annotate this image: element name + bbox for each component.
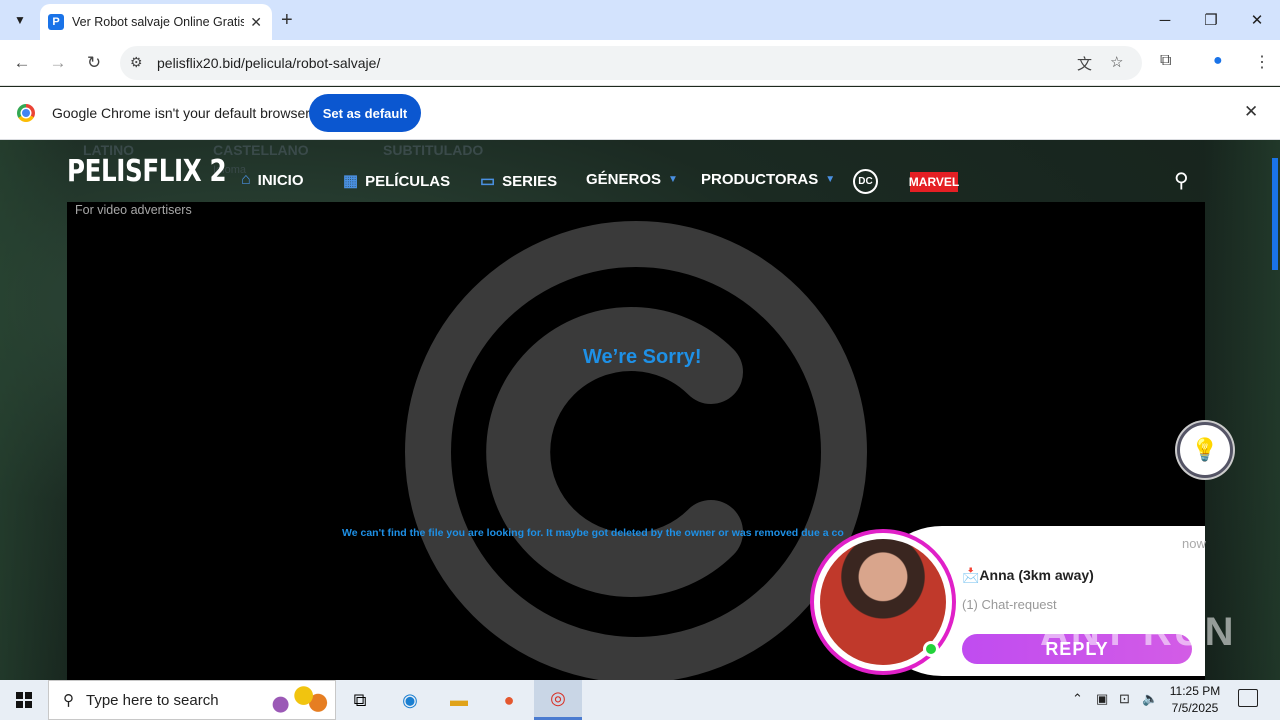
forward-button[interactable]: → xyxy=(45,50,71,76)
file-explorer-icon[interactable]: ▬ xyxy=(435,680,483,720)
chrome-menu-icon[interactable]: ⋮ xyxy=(1254,52,1270,72)
firefox-icon[interactable]: ● xyxy=(485,680,533,720)
notification-center-icon[interactable] xyxy=(1238,689,1258,707)
online-status-icon xyxy=(923,641,939,657)
nav-generos-label: GÉNEROS xyxy=(586,171,662,188)
nav-peliculas[interactable]: ▦ PELÍCULAS xyxy=(343,171,450,191)
caret-down-icon: ▼ xyxy=(825,174,836,185)
show-hidden-icons-icon[interactable]: ⌃ xyxy=(1072,691,1083,707)
back-button[interactable]: ← xyxy=(9,50,35,76)
close-infobar-icon[interactable]: ✕ xyxy=(1244,102,1258,122)
taskbar-clock[interactable]: 11:25 PM 7/5/2025 xyxy=(1160,683,1230,717)
film-icon: ▦ xyxy=(343,173,359,190)
video-advertisers-link[interactable]: For video advertisers xyxy=(75,203,192,217)
task-view-icon[interactable]: ⧉ xyxy=(336,680,384,720)
site-logo[interactable]: PELISFLIX 2 xyxy=(67,154,227,189)
volume-icon[interactable]: 🔈 xyxy=(1142,691,1158,707)
nav-generos[interactable]: GÉNEROS ▼ xyxy=(586,171,678,188)
reload-button[interactable]: ↻ xyxy=(81,50,107,76)
search-icon: ⚲ xyxy=(63,692,74,709)
search-icon[interactable]: ⚲ xyxy=(1174,168,1189,193)
network-icon[interactable]: ⊡ xyxy=(1119,691,1130,707)
site-info-icon[interactable]: ⚙ xyxy=(130,54,143,71)
bookmark-star-icon[interactable]: ☆ xyxy=(1110,53,1123,71)
nav-inicio-label: INICIO xyxy=(257,171,304,189)
search-placeholder: Type here to search xyxy=(86,691,219,709)
nav-peliculas-label: PELÍCULAS xyxy=(365,172,451,190)
close-tab-icon[interactable]: ✕ xyxy=(250,14,262,31)
edge-icon[interactable]: ◉ xyxy=(386,680,434,720)
extensions-icon[interactable]: ⧉ xyxy=(1160,52,1171,70)
nav-series[interactable]: ▭ SERIES xyxy=(480,171,557,191)
chat-popup[interactable]: 📩Anna (3km away) (1) Chat-request now RE… xyxy=(808,526,1206,680)
browser-tab[interactable]: P Ver Robot salvaje Online Gratis ✕ xyxy=(40,4,272,40)
infobar-message: Google Chrome isn't your default browser xyxy=(52,105,310,121)
close-window-button[interactable]: ✕ xyxy=(1234,0,1280,40)
chat-sender-name: 📩Anna (3km away) xyxy=(962,567,1094,583)
nav-series-label: SERIES xyxy=(502,172,558,190)
windows-taskbar: ⚲ Type here to search ⧉ ◉ ▬ ● ◎ ⌃ ▣ ⊡ 🔈 … xyxy=(0,680,1280,720)
profile-icon[interactable]: ● xyxy=(1213,52,1223,70)
caret-down-icon: ▼ xyxy=(668,174,678,185)
tab-strip: ▼ P Ver Robot salvaje Online Gratis ✕ + … xyxy=(0,0,1280,40)
marvel-logo-link[interactable]: MARVEL xyxy=(909,172,959,192)
home-icon: ⌂ xyxy=(241,171,251,188)
clock-date: 7/5/2025 xyxy=(1171,701,1219,715)
minimize-button[interactable]: ─ xyxy=(1142,0,1188,40)
site-favicon: P xyxy=(48,14,64,30)
nav-productoras[interactable]: PRODUCTORAS ▼ xyxy=(701,171,835,188)
url-text: pelisflix20.bid/pelicula/robot-salvaje/ xyxy=(157,55,381,71)
translate-icon[interactable]: 文 xyxy=(1077,53,1092,74)
chat-timestamp: now xyxy=(1182,536,1206,551)
device-icon[interactable]: ▣ xyxy=(1096,691,1108,707)
taskbar-search[interactable]: ⚲ Type here to search xyxy=(48,680,336,720)
chrome-taskbar-icon[interactable]: ◎ xyxy=(534,680,582,720)
browser-toolbar: ← → ↻ ⚙ pelisflix20.bid/pelicula/robot-s… xyxy=(0,40,1280,86)
tab-title: Ver Robot salvaje Online Gratis xyxy=(72,15,245,29)
copyright-icon xyxy=(405,221,867,680)
scrollbar-thumb[interactable] xyxy=(1272,158,1278,270)
ghost-nav-subtitulado: SUBTITULADO xyxy=(383,142,484,158)
tv-icon: ▭ xyxy=(480,173,496,190)
tab-search-button[interactable]: ▼ xyxy=(6,6,34,34)
nav-inicio[interactable]: ⌂ INICIO xyxy=(241,171,304,189)
windows-logo-icon xyxy=(16,692,32,708)
anyrun-watermark: ANY RUN xyxy=(1040,610,1236,654)
error-title: We’re Sorry! xyxy=(583,346,702,368)
restore-button[interactable]: ❐ xyxy=(1188,0,1234,40)
error-message: We can't find the file you are looking f… xyxy=(342,527,844,539)
set-as-default-button[interactable]: Set as default xyxy=(309,94,421,132)
lightbulb-icon[interactable]: 💡 xyxy=(1177,422,1233,478)
ghost-nav-castellano: CASTELLANO xyxy=(213,142,309,158)
default-browser-infobar: Google Chrome isn't your default browser… xyxy=(0,87,1280,140)
clock-time: 11:25 PM xyxy=(1169,684,1221,698)
new-tab-button[interactable]: + xyxy=(281,8,293,32)
dc-logo-link[interactable]: DC xyxy=(853,169,878,194)
chrome-logo-icon xyxy=(17,104,35,122)
start-button[interactable] xyxy=(0,680,48,720)
search-highlight-image xyxy=(259,683,331,719)
nav-productoras-label: PRODUCTORAS xyxy=(701,171,819,188)
address-bar[interactable]: ⚙ pelisflix20.bid/pelicula/robot-salvaje… xyxy=(120,46,1142,80)
